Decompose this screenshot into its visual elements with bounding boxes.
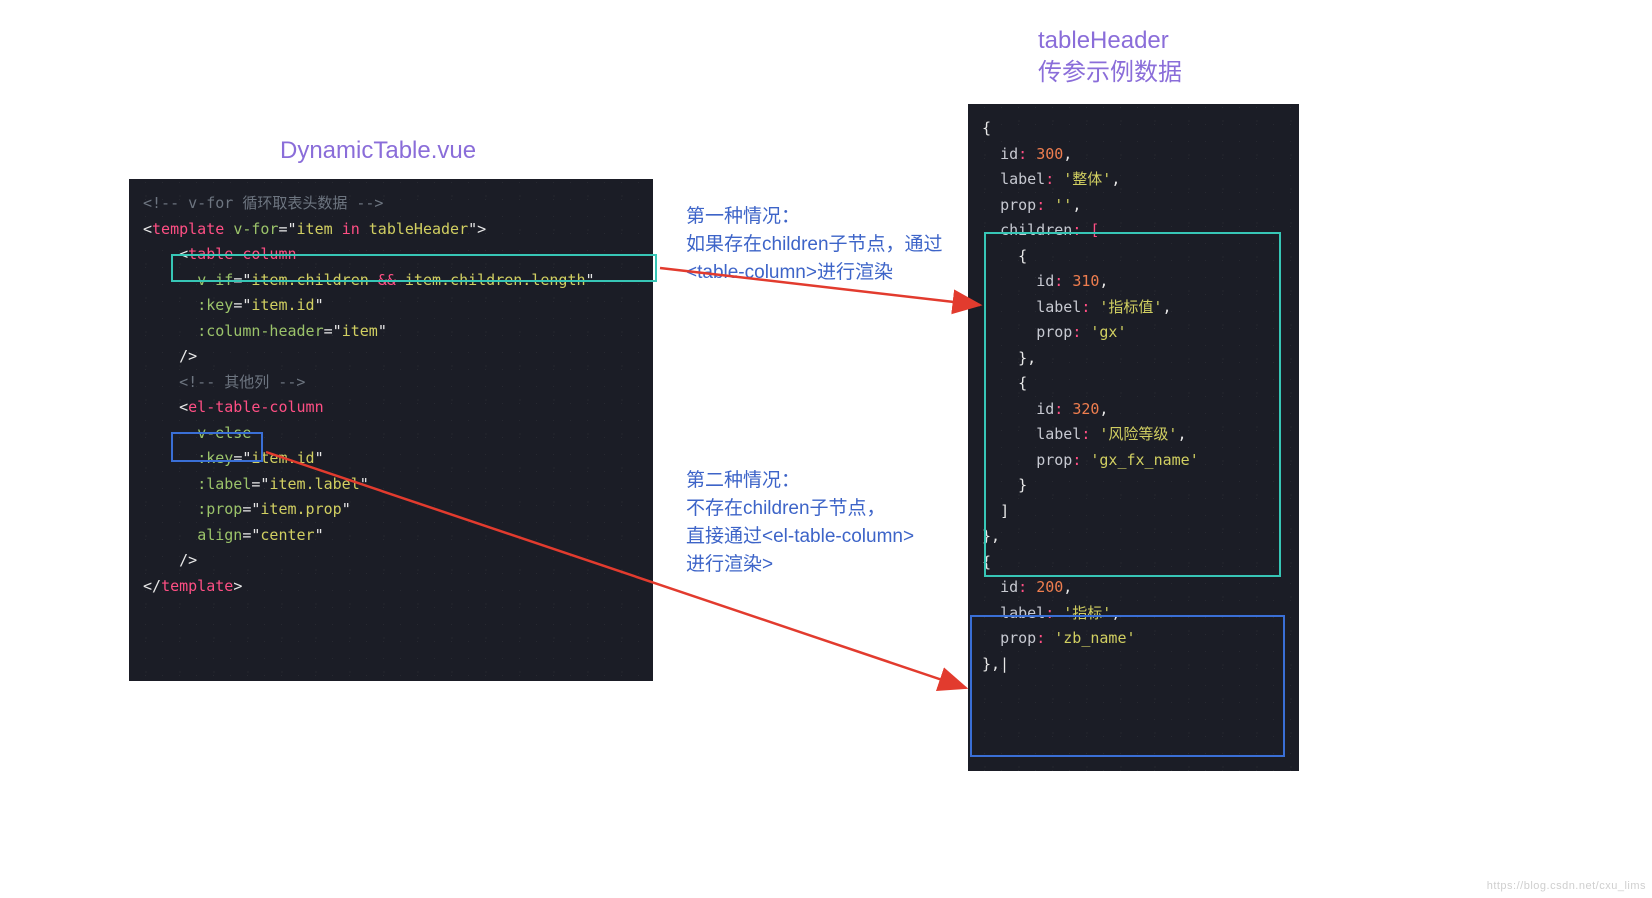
highlight-velse-box [171,432,263,462]
highlight-vif-box [171,254,657,282]
code-comment: <!-- 其他列 --> [179,373,305,391]
highlight-obj200-box [970,615,1285,757]
caption-case-2: 第二种情况：不存在children子节点，直接通过<el-table-colum… [686,467,914,579]
right-panel-title: tableHeader传参示例数据 [1038,25,1182,90]
watermark-text: https://blog.csdn.net/cxu_lims [1487,880,1646,892]
caption-case-1: 第一种情况：如果存在children子节点，通过<table-column>进行… [686,203,943,287]
left-panel-title: DynamicTable.vue [280,137,476,165]
code-comment: <!-- v-for 循环取表头数据 --> [143,194,383,212]
highlight-children-box [984,232,1281,577]
